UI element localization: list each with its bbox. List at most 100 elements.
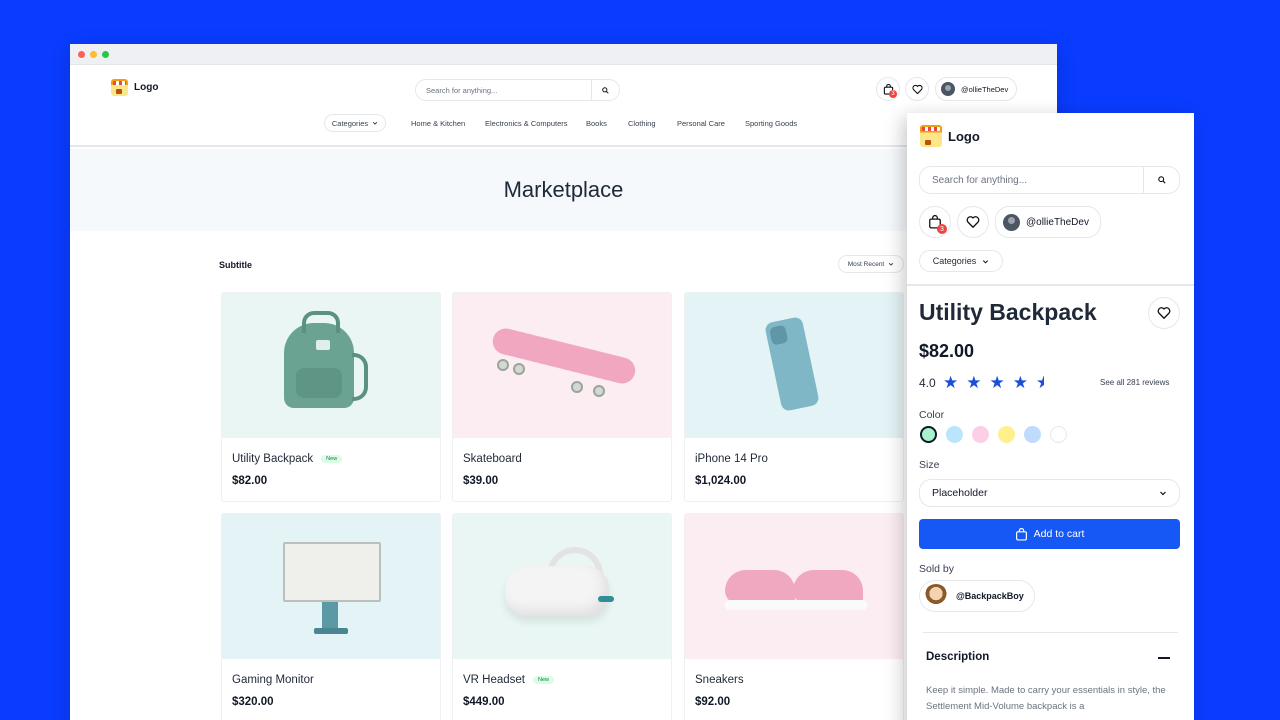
size-value: Placeholder (932, 487, 988, 499)
sort-dropdown[interactable]: Most Recent (838, 255, 904, 273)
size-select[interactable]: Placeholder (919, 479, 1180, 507)
divider (907, 284, 1194, 286)
seller-name: @BackpackBoy (956, 591, 1024, 601)
product-card[interactable]: Utility Backpack New $82.00 (221, 292, 441, 502)
categories-label: Categories (932, 256, 977, 266)
search-button[interactable] (591, 80, 619, 100)
seller-profile-button[interactable]: @BackpackBoy (919, 580, 1035, 612)
logo-text: Logo (948, 128, 980, 144)
product-image-vr-headset (453, 514, 671, 659)
cart-count-badge: 3 (889, 90, 897, 98)
logo[interactable]: Logo (111, 79, 158, 96)
chevron-down-icon (372, 121, 378, 125)
avatar (941, 82, 955, 96)
logo[interactable]: Logo (920, 125, 980, 147)
username: @ollieTheDev (961, 84, 1009, 94)
see-all-reviews-link[interactable]: See all 281 reviews (1100, 378, 1169, 387)
color-swatch-blue[interactable] (1024, 426, 1041, 443)
product-name-row: iPhone 14 Pro (695, 453, 768, 465)
search-input[interactable]: Search for anything... (920, 175, 1143, 186)
chevron-down-icon (889, 262, 894, 266)
search-bar[interactable]: Search for anything... (919, 166, 1180, 194)
product-name-row: VR Headset New (463, 674, 555, 686)
close-window-button[interactable] (78, 50, 85, 58)
size-label: Size (919, 459, 940, 471)
product-price: $82.00 (232, 475, 268, 487)
heart-icon (911, 84, 923, 94)
sold-by-label: Sold by (919, 563, 955, 575)
avatar (1003, 213, 1020, 231)
search-button[interactable] (1143, 167, 1179, 193)
categories-dropdown[interactable]: Categories (324, 114, 386, 132)
description-toggle[interactable]: Description (926, 651, 989, 663)
product-image-skateboard (453, 293, 671, 438)
color-swatch-mint[interactable] (920, 426, 937, 443)
product-image-backpack (222, 293, 440, 438)
color-label: Color (919, 409, 945, 421)
product-price: $39.00 (463, 475, 499, 487)
divider (923, 632, 1178, 633)
heart-icon (1157, 307, 1171, 319)
product-image-monitor (222, 514, 440, 659)
nav-link-home-kitchen[interactable]: Home & Kitchen (411, 119, 465, 128)
add-to-cart-label: Add to cart (1033, 528, 1085, 540)
color-swatch-sky[interactable] (946, 426, 963, 443)
color-swatch-white[interactable] (1050, 426, 1067, 443)
maximize-window-button[interactable] (102, 50, 109, 58)
product-image-sneakers (685, 514, 903, 659)
color-swatch-yellow[interactable] (998, 426, 1015, 443)
user-profile-button[interactable]: @ollieTheDev (995, 206, 1101, 238)
nav-link-electronics[interactable]: Electronics & Computers (485, 119, 568, 128)
seller-avatar (924, 584, 948, 608)
new-badge: New (321, 455, 343, 463)
username: @ollieTheDev (1026, 216, 1089, 228)
product-name: Gaming Monitor (232, 674, 314, 686)
add-to-cart-button[interactable]: Add to cart (919, 519, 1180, 549)
window-chrome (70, 44, 1057, 65)
product-card[interactable]: Gaming Monitor $320.00 (221, 513, 441, 720)
search-icon (602, 86, 609, 94)
mobile-product-panel: Logo Search for anything... 3 @ollieTheD… (907, 113, 1194, 720)
description-text: Keep it simple. Made to carry your essen… (926, 685, 1166, 712)
store-logo-icon (920, 125, 942, 147)
star-rating-icon: ★★★★★ (943, 373, 1044, 392)
minimize-window-button[interactable] (90, 50, 97, 58)
rating-value: 4.0 (919, 376, 936, 390)
cart-button[interactable]: 3 (876, 77, 900, 101)
product-card[interactable]: Skateboard $39.00 (452, 292, 672, 502)
collapse-minus-icon[interactable] (1158, 657, 1170, 659)
logo-text: Logo (134, 82, 159, 93)
wishlist-button[interactable] (905, 77, 929, 101)
search-input[interactable]: Search for anything... (416, 86, 591, 95)
color-swatch-pink[interactable] (972, 426, 989, 443)
product-name-row: Utility Backpack New (232, 453, 343, 465)
page-title: Marketplace (503, 177, 624, 202)
nav-link-personal-care[interactable]: Personal Care (677, 119, 725, 128)
favorite-button[interactable] (1148, 297, 1180, 329)
chevron-down-icon (1160, 491, 1166, 496)
product-name-row: Gaming Monitor (232, 674, 314, 686)
product-name-row: Skateboard (463, 453, 522, 465)
product-price: $92.00 (695, 696, 731, 708)
user-profile-button[interactable]: @ollieTheDev (935, 77, 1017, 101)
heart-icon (966, 216, 980, 228)
sort-label: Most Recent (847, 260, 885, 268)
chevron-down-icon (983, 259, 989, 264)
search-icon (1157, 176, 1166, 184)
wishlist-button[interactable] (957, 206, 989, 238)
product-card[interactable]: Sneakers $92.00 (684, 513, 904, 720)
product-card[interactable]: iPhone 14 Pro $1,024.00 (684, 292, 904, 502)
product-card[interactable]: VR Headset New $449.00 (452, 513, 672, 720)
cart-count-badge: 3 (937, 224, 947, 234)
product-name: Utility Backpack (232, 453, 314, 465)
categories-dropdown[interactable]: Categories (919, 250, 1003, 272)
nav-link-clothing[interactable]: Clothing (628, 119, 656, 128)
store-logo-icon (111, 79, 128, 96)
search-bar[interactable]: Search for anything... (415, 79, 620, 101)
product-name: iPhone 14 Pro (695, 453, 768, 465)
shopping-bag-icon (1015, 527, 1027, 541)
nav-link-books[interactable]: Books (586, 119, 607, 128)
nav-link-sporting-goods[interactable]: Sporting Goods (745, 119, 797, 128)
cart-button[interactable]: 3 (919, 206, 951, 238)
product-name: Sneakers (695, 674, 744, 686)
